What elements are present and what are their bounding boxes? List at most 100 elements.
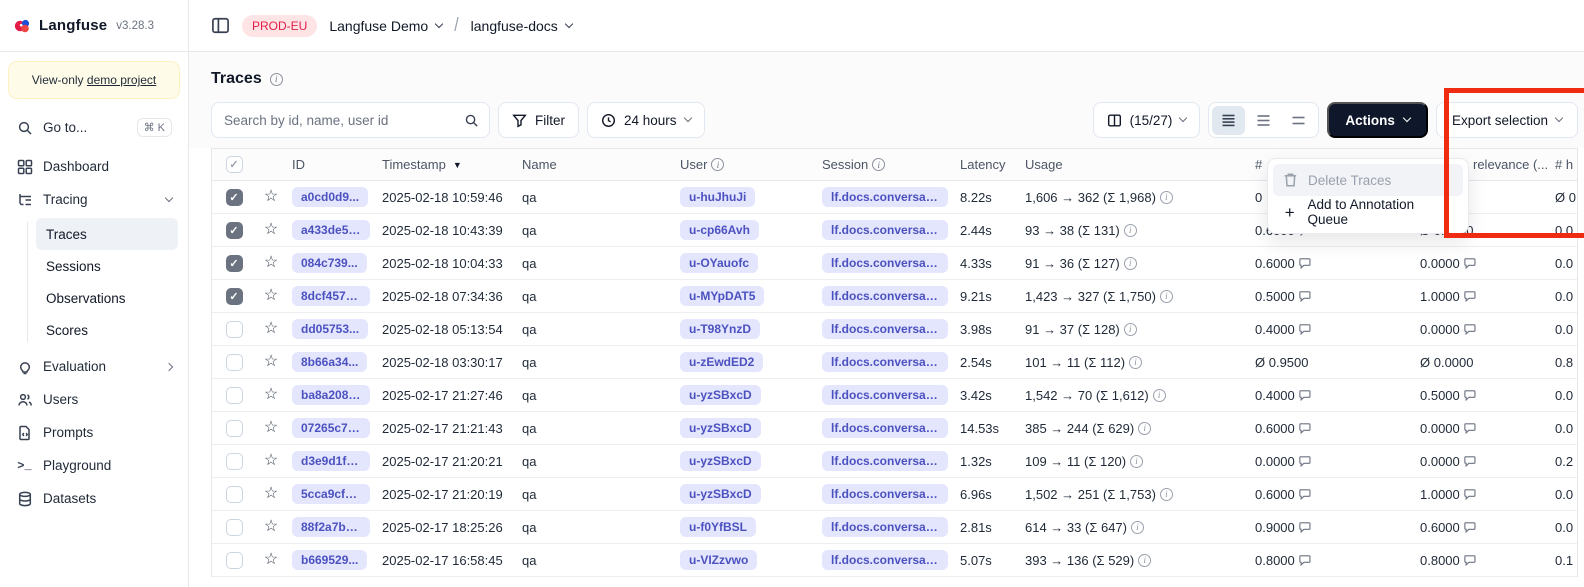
user-badge[interactable]: u-yzSBxcD bbox=[680, 451, 761, 471]
session-badge[interactable]: lf.docs.conversation... bbox=[822, 385, 948, 405]
column-header-usage[interactable]: Usage bbox=[1019, 157, 1249, 172]
session-badge[interactable]: lf.docs.conversation... bbox=[822, 418, 948, 438]
row-checkbox[interactable]: ✓ bbox=[226, 453, 243, 470]
row-checkbox[interactable]: ✓ bbox=[226, 387, 243, 404]
table-row[interactable]: ✓☆8dcf4574...2025-02-18 07:34:36qau-MYpD… bbox=[212, 280, 1577, 313]
table-row[interactable]: ✓☆07265c7a...2025-02-17 21:21:43qau-yzSB… bbox=[212, 412, 1577, 445]
session-badge[interactable]: lf.docs.conversation... bbox=[822, 517, 948, 537]
user-badge[interactable]: u-f0YfBSL bbox=[680, 517, 756, 537]
trace-id-badge[interactable]: ba8a208f... bbox=[292, 385, 370, 405]
session-badge[interactable]: lf.docs.conversation... bbox=[822, 550, 948, 570]
user-badge[interactable]: u-yzSBxcD bbox=[680, 418, 761, 438]
user-badge[interactable]: u-yzSBxcD bbox=[680, 385, 761, 405]
select-all-checkbox[interactable]: ✓ bbox=[226, 156, 243, 173]
trace-id-badge[interactable]: 5cca9cf2... bbox=[292, 484, 370, 504]
column-header-name[interactable]: Name bbox=[516, 157, 674, 172]
column-header-timestamp[interactable]: Timestamp ▼ bbox=[376, 157, 516, 172]
column-header-score3[interactable]: # h bbox=[1549, 157, 1577, 172]
trace-id-badge[interactable]: 8dcf4574... bbox=[292, 286, 370, 306]
trace-id-badge[interactable]: a0cd0d9... bbox=[292, 187, 368, 207]
bookmark-star-icon[interactable]: ☆ bbox=[264, 189, 278, 205]
sidebar-item-dashboard[interactable]: Dashboard bbox=[10, 150, 178, 183]
row-height-large-button[interactable] bbox=[1282, 106, 1315, 135]
row-checkbox[interactable]: ✓ bbox=[226, 552, 243, 569]
session-badge[interactable]: lf.docs.conversation... bbox=[822, 319, 948, 339]
session-badge[interactable]: lf.docs.conversation... bbox=[822, 220, 948, 240]
search-icon[interactable] bbox=[464, 113, 479, 128]
menu-item-add-to-annotation-queue[interactable]: + Add to Annotation Queue bbox=[1273, 196, 1463, 228]
demo-project-link[interactable]: demo project bbox=[87, 73, 156, 87]
time-range-button[interactable]: 24 hours bbox=[587, 102, 705, 138]
sidebar-item-scores[interactable]: Scores bbox=[36, 314, 178, 346]
trace-id-badge[interactable]: 88f2a7b0... bbox=[292, 517, 370, 537]
bookmark-star-icon[interactable]: ☆ bbox=[264, 222, 278, 238]
sidebar-item-sessions[interactable]: Sessions bbox=[36, 250, 178, 282]
user-badge[interactable]: u-OYauofc bbox=[680, 253, 758, 273]
table-row[interactable]: ✓☆8b66a34...2025-02-18 03:30:17qau-zEwdE… bbox=[212, 346, 1577, 379]
table-row[interactable]: ✓☆b669529...2025-02-17 16:58:45qau-VIZzv… bbox=[212, 544, 1577, 577]
trace-id-badge[interactable]: 8b66a34... bbox=[292, 352, 367, 372]
column-header-id[interactable]: ID bbox=[286, 157, 376, 172]
user-badge[interactable]: u-VIZzvwo bbox=[680, 550, 757, 570]
sidebar-item-observations[interactable]: Observations bbox=[36, 282, 178, 314]
export-selection-button[interactable]: Export selection bbox=[1436, 102, 1578, 138]
row-checkbox[interactable]: ✓ bbox=[226, 288, 243, 305]
session-badge[interactable]: lf.docs.conversation... bbox=[822, 253, 948, 273]
table-row[interactable]: ✓☆dd05753...2025-02-18 05:13:54qau-T98Yn… bbox=[212, 313, 1577, 346]
sidebar-item-tracing[interactable]: Tracing bbox=[10, 183, 178, 216]
user-badge[interactable]: u-yzSBxcD bbox=[680, 484, 761, 504]
sidebar-item-evaluation[interactable]: Evaluation bbox=[10, 350, 178, 383]
table-row[interactable]: ✓☆88f2a7b0...2025-02-17 18:25:26qau-f0Yf… bbox=[212, 511, 1577, 544]
trace-id-badge[interactable]: 084c739... bbox=[292, 253, 367, 273]
row-checkbox[interactable]: ✓ bbox=[226, 255, 243, 272]
trace-id-badge[interactable]: 07265c7a... bbox=[292, 418, 370, 438]
bookmark-star-icon[interactable]: ☆ bbox=[264, 255, 278, 271]
bookmark-star-icon[interactable]: ☆ bbox=[264, 453, 278, 469]
actions-button[interactable]: Actions bbox=[1327, 102, 1428, 138]
bookmark-star-icon[interactable]: ☆ bbox=[264, 354, 278, 370]
user-badge[interactable]: u-cp66Avh bbox=[680, 220, 759, 240]
user-badge[interactable]: u-huJhuJi bbox=[680, 187, 755, 207]
trace-id-badge[interactable]: d3e9d1f2... bbox=[292, 451, 370, 471]
column-header-session[interactable]: Session i bbox=[816, 157, 954, 172]
trace-id-badge[interactable]: dd05753... bbox=[292, 319, 368, 339]
session-badge[interactable]: lf.docs.conversation... bbox=[822, 451, 948, 471]
table-row[interactable]: ✓☆ba8a208f...2025-02-17 21:27:46qau-yzSB… bbox=[212, 379, 1577, 412]
session-badge[interactable]: lf.docs.conversation... bbox=[822, 187, 948, 207]
trace-id-badge[interactable]: b669529... bbox=[292, 550, 367, 570]
session-badge[interactable]: lf.docs.conversation... bbox=[822, 286, 948, 306]
row-checkbox[interactable]: ✓ bbox=[226, 189, 243, 206]
trace-id-badge[interactable]: a433de51... bbox=[292, 220, 370, 240]
table-row[interactable]: ✓☆d3e9d1f2...2025-02-17 21:20:21qau-yzSB… bbox=[212, 445, 1577, 478]
bookmark-star-icon[interactable]: ☆ bbox=[264, 387, 278, 403]
table-row[interactable]: ✓☆5cca9cf2...2025-02-17 21:20:19qau-yzSB… bbox=[212, 478, 1577, 511]
table-row[interactable]: ✓☆084c739...2025-02-18 10:04:33qau-OYauo… bbox=[212, 247, 1577, 280]
user-badge[interactable]: u-zEwdED2 bbox=[680, 352, 763, 372]
session-badge[interactable]: lf.docs.conversation... bbox=[822, 484, 948, 504]
search-input[interactable] bbox=[224, 113, 464, 128]
row-height-small-button[interactable] bbox=[1212, 106, 1245, 135]
row-height-medium-button[interactable] bbox=[1247, 106, 1280, 135]
row-checkbox[interactable]: ✓ bbox=[226, 486, 243, 503]
column-visibility-button[interactable]: (15/27) bbox=[1093, 102, 1201, 138]
column-header-user[interactable]: User i bbox=[674, 157, 816, 172]
filter-button[interactable]: Filter bbox=[498, 102, 579, 138]
row-checkbox[interactable]: ✓ bbox=[226, 420, 243, 437]
menu-item-delete-traces[interactable]: Delete Traces bbox=[1273, 164, 1463, 196]
user-badge[interactable]: u-MYpDAT5 bbox=[680, 286, 764, 306]
row-checkbox[interactable]: ✓ bbox=[226, 321, 243, 338]
bookmark-star-icon[interactable]: ☆ bbox=[264, 486, 278, 502]
bookmark-star-icon[interactable]: ☆ bbox=[264, 288, 278, 304]
bookmark-star-icon[interactable]: ☆ bbox=[264, 420, 278, 436]
bookmark-star-icon[interactable]: ☆ bbox=[264, 519, 278, 535]
sidebar-item-datasets[interactable]: Datasets bbox=[10, 482, 178, 515]
sidebar-item-playground[interactable]: >_ Playground bbox=[10, 449, 178, 482]
bookmark-star-icon[interactable]: ☆ bbox=[264, 321, 278, 337]
sidebar-toggle-icon[interactable] bbox=[211, 16, 230, 35]
sidebar-item-prompts[interactable]: Prompts bbox=[10, 416, 178, 449]
session-badge[interactable]: lf.docs.conversation... bbox=[822, 352, 948, 372]
sidebar-item-users[interactable]: Users bbox=[10, 383, 178, 416]
bookmark-star-icon[interactable]: ☆ bbox=[264, 552, 278, 568]
sidebar-item-traces[interactable]: Traces bbox=[36, 218, 178, 250]
row-checkbox[interactable]: ✓ bbox=[226, 519, 243, 536]
